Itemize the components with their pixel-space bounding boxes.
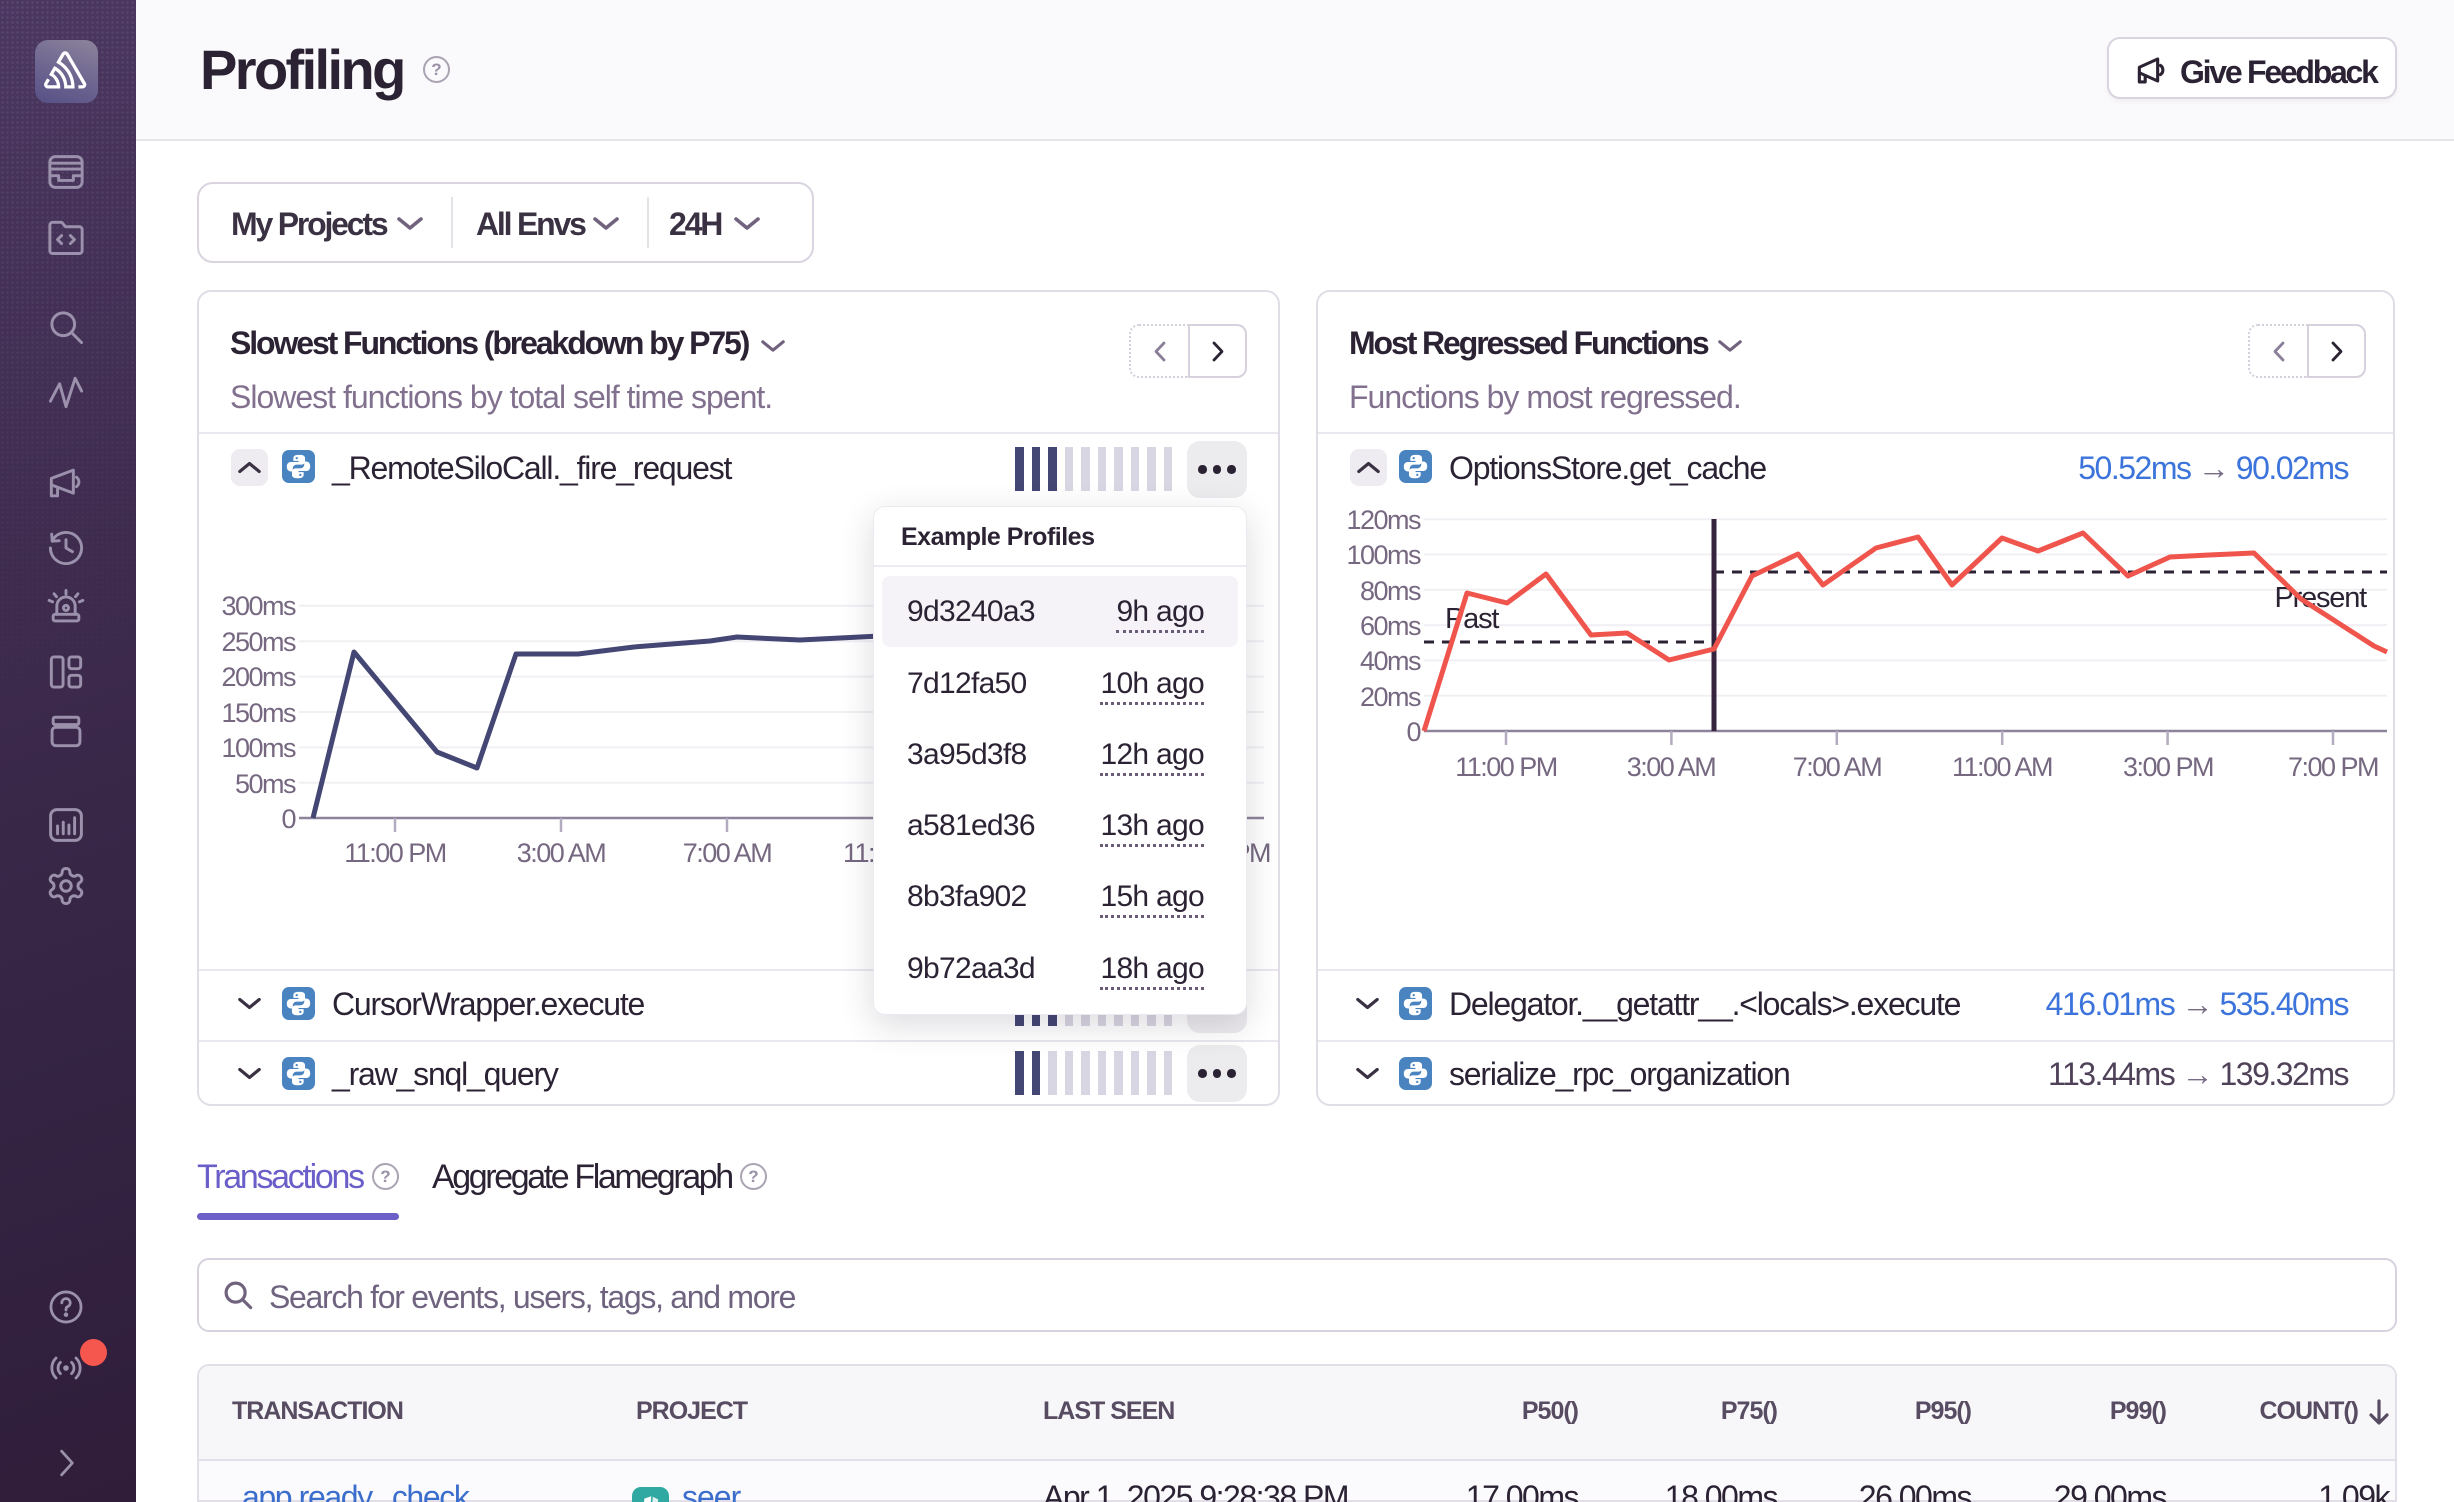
svg-text:3:00 AM: 3:00 AM [1627,752,1716,782]
svg-text:0: 0 [1406,717,1420,747]
svg-text:20ms: 20ms [1360,682,1421,712]
svg-text:120ms: 120ms [1346,505,1421,535]
svg-text:100ms: 100ms [1346,540,1421,570]
svg-text:7:00 AM: 7:00 AM [683,838,772,868]
svg-text:11:00 AM: 11:00 AM [1952,752,2052,782]
svg-text:3:00 AM: 3:00 AM [517,838,606,868]
svg-text:0: 0 [281,804,295,834]
svg-text:100ms: 100ms [221,733,296,763]
svg-text:150ms: 150ms [221,698,296,728]
svg-text:40ms: 40ms [1360,646,1421,676]
svg-text:250ms: 250ms [221,627,296,657]
svg-text:3:00 PM: 3:00 PM [2123,752,2213,782]
svg-text:200ms: 200ms [221,662,296,692]
svg-text:11:00 PM: 11:00 PM [1455,752,1557,782]
svg-text:7:00 AM: 7:00 AM [1793,752,1882,782]
svg-text:11:00 PM: 11:00 PM [344,838,446,868]
svg-text:7:00 PM: 7:00 PM [2288,752,2378,782]
svg-text:60ms: 60ms [1360,611,1421,641]
svg-text:50ms: 50ms [235,769,296,799]
svg-text:300ms: 300ms [221,591,296,621]
svg-text:80ms: 80ms [1360,576,1421,606]
